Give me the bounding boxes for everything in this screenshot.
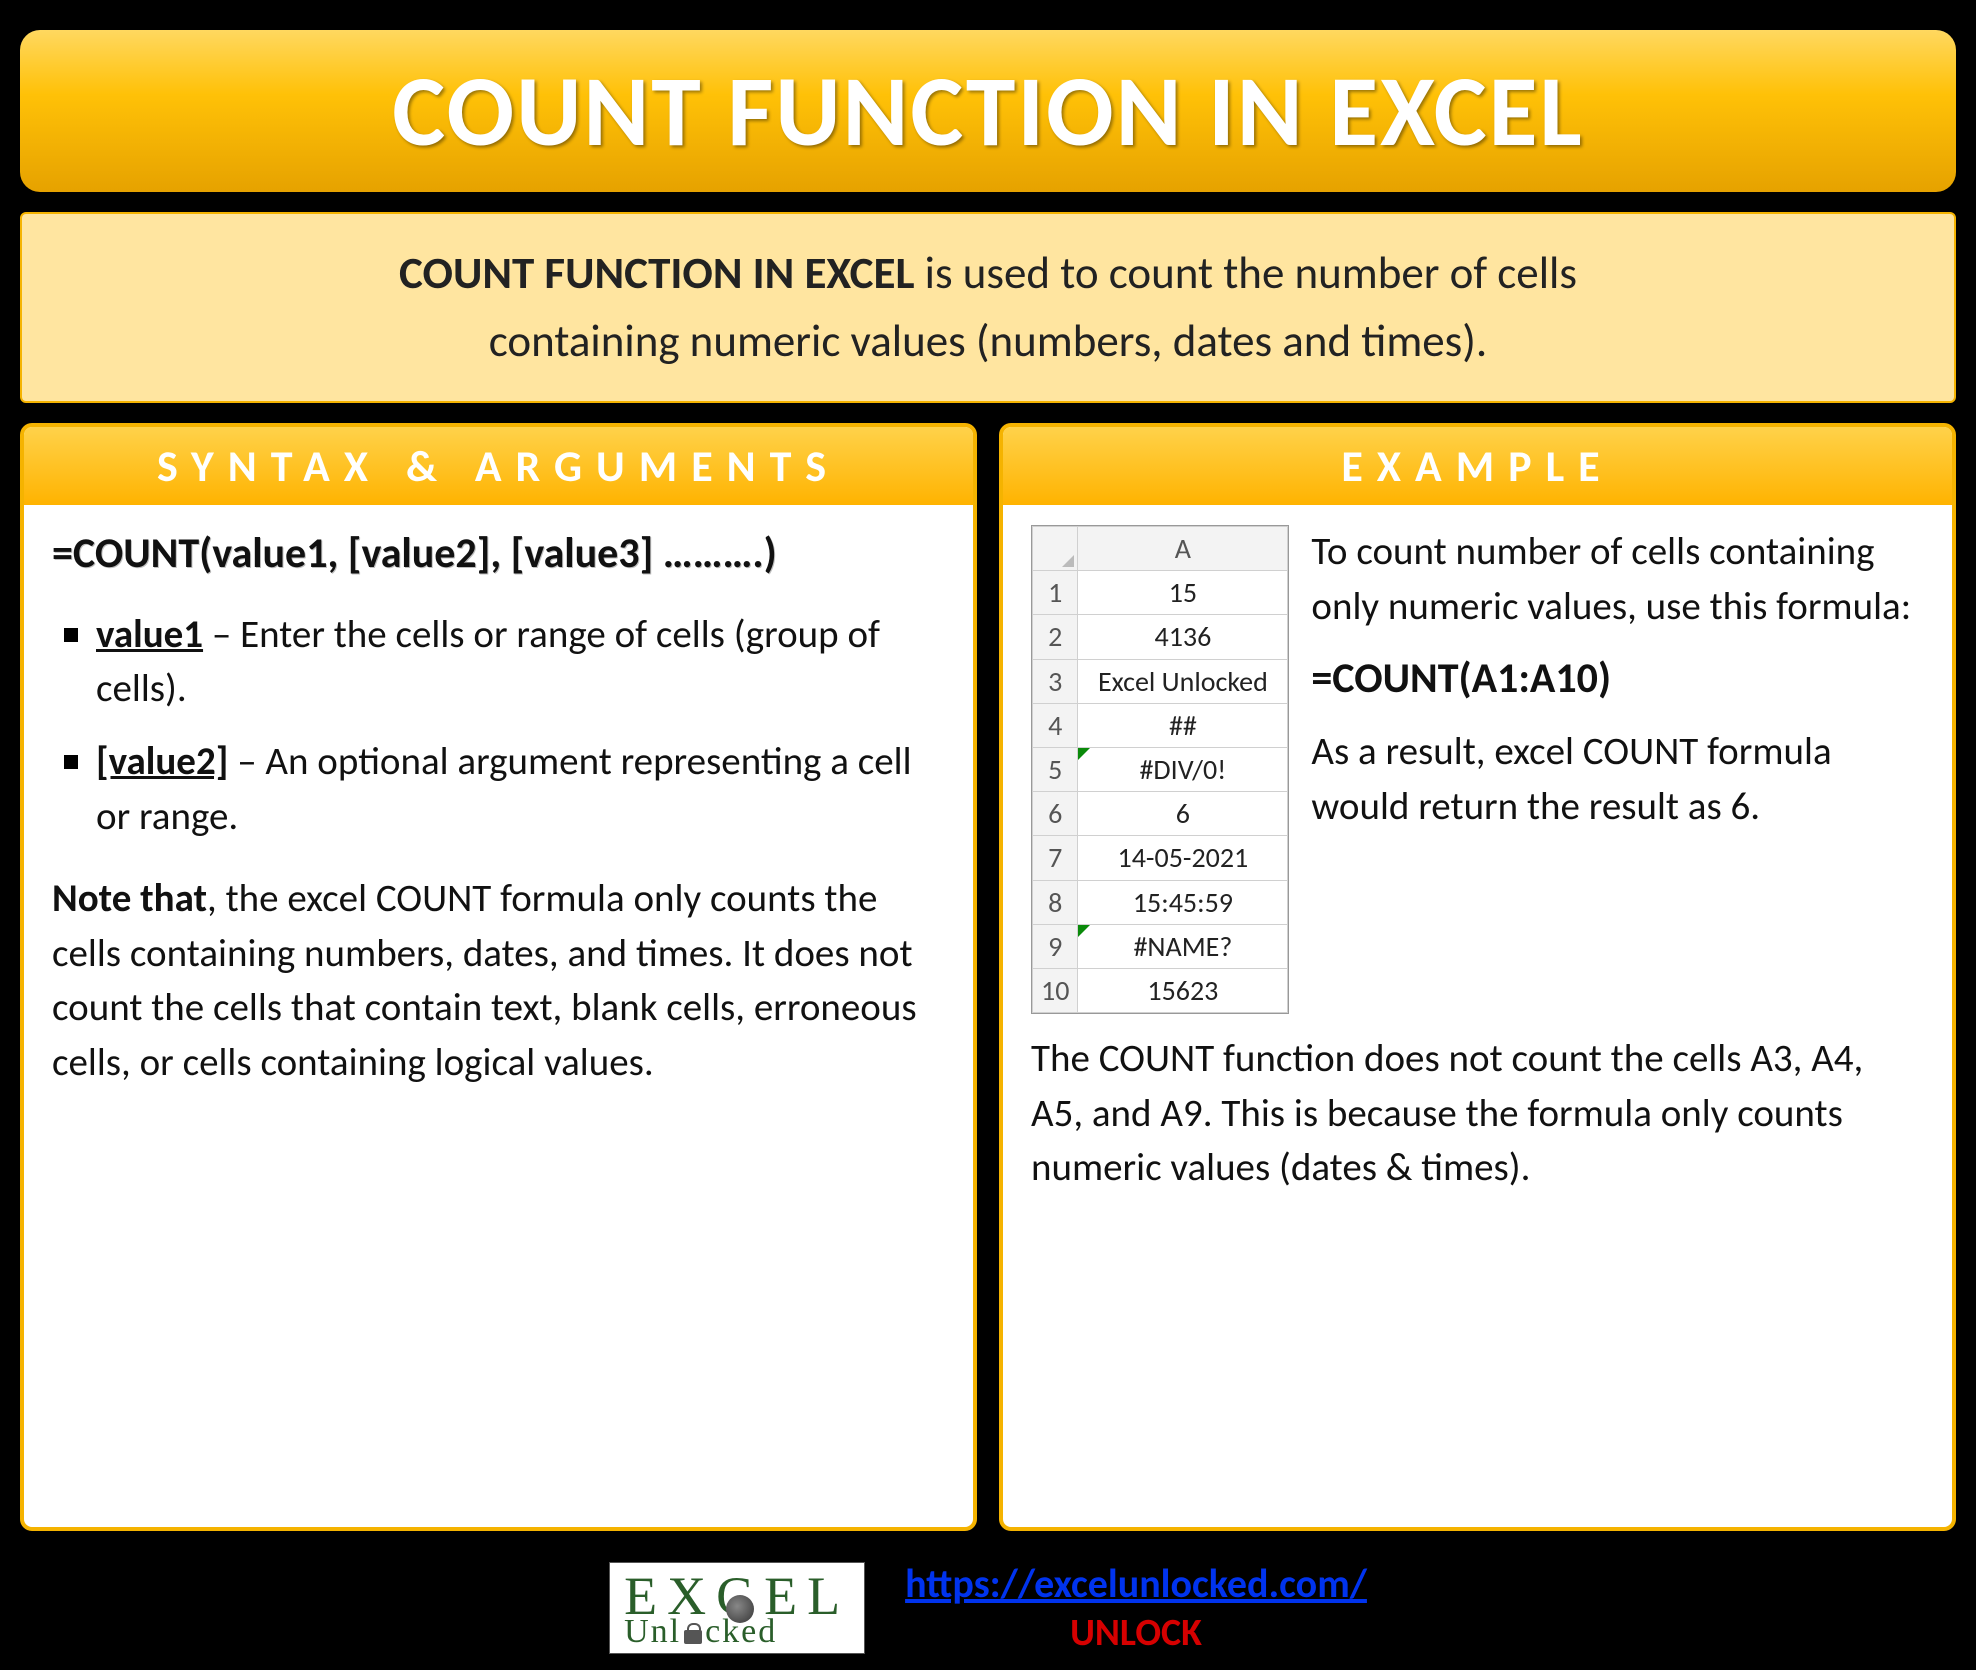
row-number: 10 [1033,968,1078,1012]
note-label: Note that [52,875,207,922]
page-title: COUNT FUNCTION IN EXCEL [50,50,1926,172]
cell-value: ## [1078,703,1288,747]
table-row: 9#NAME? [1033,924,1288,968]
cell-value: Excel Unlocked [1078,659,1288,703]
cell-value: 15 [1078,571,1288,615]
cell-value: 14-05-2021 [1078,836,1288,880]
argument-item: value1 – Enter the cells or range of cel… [64,608,945,717]
cell-value: 15623 [1078,968,1288,1012]
logo-text-pre: Unl [624,1613,681,1650]
example-header: EXAMPLE [1003,427,1952,505]
table-row: 815:45:59 [1033,880,1288,924]
intro-rest1: is used to count the number of cells [914,246,1576,301]
table-row: 115 [1033,571,1288,615]
excel-sample-grid: A 115 24136 3Excel Unlocked 4## 5#DIV/0!… [1031,525,1289,1014]
argument-text: [value2] – An optional argument represen… [96,735,945,844]
intro-line-1: COUNT FUNCTION IN EXCEL is used to count… [52,240,1924,308]
footer-links: https://excelunlocked.com/ UNLOCK [905,1559,1367,1656]
argument-list: value1 – Enter the cells or range of cel… [52,608,945,844]
intro-bold: COUNT FUNCTION IN EXCEL [399,246,914,301]
syntax-panel: SYNTAX & ARGUMENTS =COUNT(value1, [value… [20,423,977,1531]
row-number: 7 [1033,836,1078,880]
footer: E X C E L Unlcked https://excelunlocked.… [20,1551,1956,1660]
lock-icon [681,1622,705,1646]
row-number: 2 [1033,615,1078,659]
table-row: 714-05-2021 [1033,836,1288,880]
example-body: A 115 24136 3Excel Unlocked 4## 5#DIV/0!… [1003,505,1952,1527]
intro-line-2: containing numeric values (numbers, date… [52,308,1924,376]
table-row: 5#DIV/0! [1033,747,1288,791]
excel-table: A 115 24136 3Excel Unlocked 4## 5#DIV/0!… [1032,526,1288,1013]
cell-value: 15:45:59 [1078,880,1288,924]
cell-value: #NAME? [1078,924,1288,968]
title-banner: COUNT FUNCTION IN EXCEL [20,30,1956,192]
unlock-label: UNLOCK [905,1610,1367,1656]
site-link[interactable]: https://excelunlocked.com/ [905,1559,1367,1608]
table-row: 24136 [1033,615,1288,659]
arg-name: [value2] [96,738,228,785]
cell-value: 4136 [1078,615,1288,659]
example-panel: EXAMPLE A 115 24136 3Excel Unlocked 4## … [999,423,1956,1531]
excel-unlocked-logo: E X C E L Unlcked [609,1562,865,1654]
table-row: 3Excel Unlocked [1033,659,1288,703]
syntax-header: SYNTAX & ARGUMENTS [24,427,973,505]
row-number: 4 [1033,703,1078,747]
logo-letter: L [807,1569,850,1623]
example-formula: =COUNT(A1:A10) [1311,650,1924,709]
example-result-text: As a result, excel COUNT formula would r… [1311,725,1924,834]
column-header-a: A [1078,527,1288,571]
logo-ball-icon: C [716,1569,764,1623]
table-row: 1015623 [1033,968,1288,1012]
syntax-body: =COUNT(value1, [value2], [value3] ……….) … [24,505,973,1527]
example-bottom-note: The COUNT function does not count the ce… [1031,1032,1924,1196]
syntax-formula: =COUNT(value1, [value2], [value3] ……….) [52,525,945,584]
row-number: 3 [1033,659,1078,703]
example-right-text: To count number of cells containing only… [1311,525,1924,1014]
row-number: 9 [1033,924,1078,968]
syntax-note: Note that, the excel COUNT formula only … [52,872,945,1090]
row-number: 8 [1033,880,1078,924]
example-intro-text: To count number of cells containing only… [1311,525,1924,634]
table-row: 4## [1033,703,1288,747]
table-row: 66 [1033,792,1288,836]
content-columns: SYNTAX & ARGUMENTS =COUNT(value1, [value… [20,423,1956,1531]
arg-name: value1 [96,611,203,658]
cell-value: #DIV/0! [1078,747,1288,791]
arg-desc: – Enter the cells or range of cells (gro… [96,611,880,713]
grid-corner [1033,527,1078,571]
argument-item: [value2] – An optional argument represen… [64,735,945,844]
intro-banner: COUNT FUNCTION IN EXCEL is used to count… [20,212,1956,403]
row-number: 1 [1033,571,1078,615]
row-number: 5 [1033,747,1078,791]
argument-text: value1 – Enter the cells or range of cel… [96,608,945,717]
example-top-row: A 115 24136 3Excel Unlocked 4## 5#DIV/0!… [1031,525,1924,1014]
row-number: 6 [1033,792,1078,836]
cell-value: 6 [1078,792,1288,836]
